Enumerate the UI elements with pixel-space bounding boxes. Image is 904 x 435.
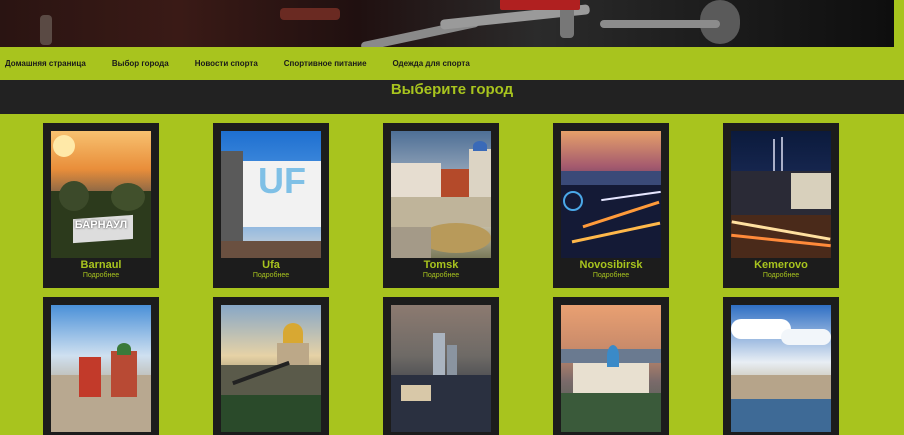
- city-name: Ufa: [262, 259, 280, 271]
- city-card-tyumen[interactable]: [723, 297, 839, 435]
- city-photo: [221, 305, 321, 432]
- city-name: Tomsk: [423, 259, 459, 271]
- photo-caption: UF: [258, 160, 306, 201]
- photo-caption: БАРНАУЛ: [74, 219, 128, 231]
- hero-bar: [40, 15, 52, 45]
- more-link[interactable]: Подробнее: [383, 272, 499, 279]
- city-card-kazan[interactable]: [553, 297, 669, 435]
- city-card-novosibirsk[interactable]: Novosibirsk Подробнее: [553, 123, 669, 288]
- more-link[interactable]: Подробнее: [553, 272, 669, 279]
- city-card-ufa[interactable]: UF Ufa Подробнее: [213, 123, 329, 288]
- hero-bar: [500, 0, 580, 10]
- nav-item-city-select[interactable]: Выбор города: [112, 59, 169, 68]
- page-title: Выберите город: [390, 81, 514, 98]
- nav-item-sports-nutrition[interactable]: Спортивное питание: [284, 59, 367, 68]
- city-photo: БАРНАУЛ: [51, 131, 151, 258]
- city-photo: [51, 305, 151, 432]
- city-photo: [561, 305, 661, 432]
- city-card-moscow[interactable]: [43, 297, 159, 435]
- nav-item-sports-news[interactable]: Новости спорта: [195, 59, 258, 68]
- more-link[interactable]: Подробнее: [723, 272, 839, 279]
- nav-item-sports-clothing[interactable]: Одежда для спорта: [393, 59, 470, 68]
- city-photo: UF: [221, 131, 321, 258]
- city-card-saint-petersburg[interactable]: [213, 297, 329, 435]
- city-photo: [561, 131, 661, 258]
- city-photo: [731, 131, 831, 258]
- city-card-kemerovo[interactable]: Kemerovo Подробнее: [723, 123, 839, 288]
- city-card-yekaterinburg[interactable]: [383, 297, 499, 435]
- hero-banner: [0, 0, 894, 47]
- nav-item-home[interactable]: Домашняя страница: [5, 59, 86, 68]
- hero-bar: [280, 8, 340, 20]
- more-link[interactable]: Подробнее: [43, 272, 159, 279]
- city-card-tomsk[interactable]: Tomsk Подробнее: [383, 123, 499, 288]
- city-name: Barnaul: [80, 259, 122, 271]
- hero-edge: [894, 0, 904, 47]
- city-name: Novosibirsk: [579, 259, 643, 271]
- main-nav: Домашняя страница Выбор города Новости с…: [0, 47, 904, 80]
- city-card-barnaul[interactable]: БАРНАУЛ Barnaul Подробнее: [43, 123, 159, 288]
- more-link[interactable]: Подробнее: [213, 272, 329, 279]
- city-name: Kemerovo: [754, 259, 808, 271]
- city-photo: [731, 305, 831, 432]
- city-photo: [391, 131, 491, 258]
- city-photo: [391, 305, 491, 432]
- hero-bar: [600, 20, 720, 28]
